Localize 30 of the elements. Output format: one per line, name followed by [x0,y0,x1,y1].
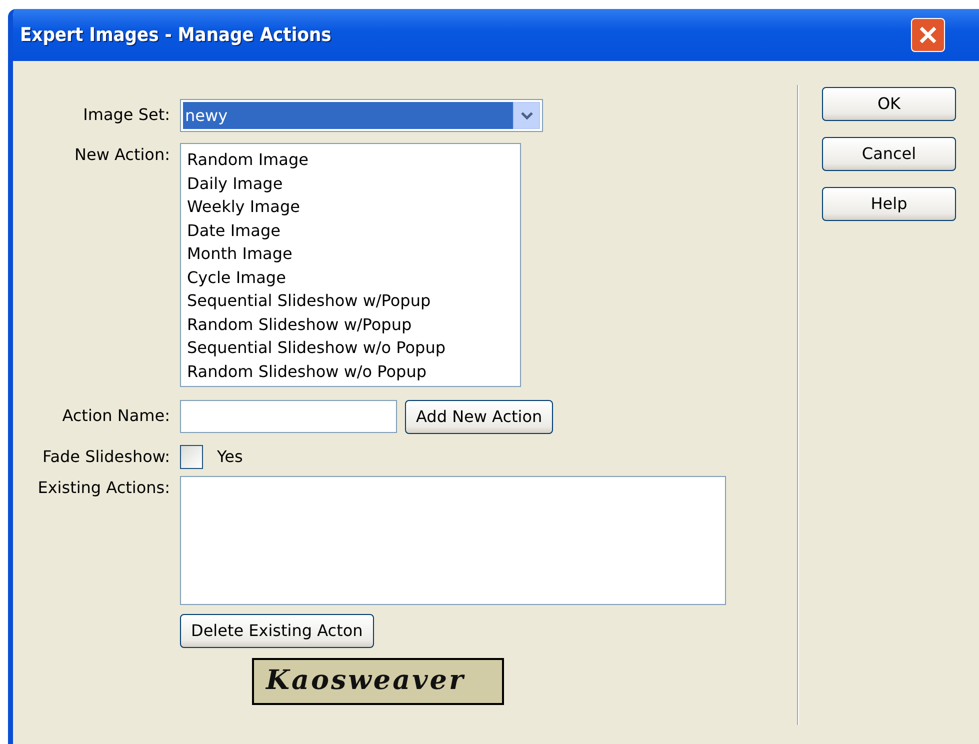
window-title: Expert Images - Manage Actions [20,22,332,48]
close-button[interactable] [911,18,945,52]
checkbox-label: Yes [217,446,243,468]
field-label: Image Set: [82,104,171,126]
field-label: Existing Actions: [36,477,171,499]
list-item[interactable]: Daily Image [187,172,514,195]
add-new-action-button[interactable]: Add New Action [405,400,554,434]
dialog-button[interactable]: OK [822,87,956,121]
dropdown-value: newy [183,102,513,129]
image-set-dropdown[interactable]: newy [180,99,543,132]
field-label: Action Name: [61,405,171,427]
list-item[interactable]: Date Image [187,218,514,242]
field-label: New Action: [74,144,171,166]
checkbox[interactable] [180,445,203,469]
chevron-down-icon [520,110,534,120]
list-item[interactable]: Random Slideshow w/o Popup [187,360,514,383]
dialog-button[interactable]: Cancel [822,137,956,171]
action-name-field[interactable] [180,400,397,433]
list-item[interactable]: Weekly Image [187,195,514,218]
logo: Kaosweaver [252,658,504,705]
field-label: Fade Slideshow: [41,446,171,468]
list-item[interactable]: Sequential Slideshow w/Popup [187,289,514,312]
list-item[interactable]: Random Image [187,148,514,172]
delete-existing-action-button[interactable]: Delete Existing Acton [180,614,374,648]
list-item[interactable]: Cycle Image [187,266,514,289]
list-item[interactable]: Random Slideshow w/Popup [187,312,514,336]
close-icon [918,25,938,45]
list-item[interactable]: Sequential Slideshow w/o Popup [187,336,514,360]
dialog-button[interactable]: Help [822,187,956,221]
list-item[interactable]: Month Image [187,242,514,266]
